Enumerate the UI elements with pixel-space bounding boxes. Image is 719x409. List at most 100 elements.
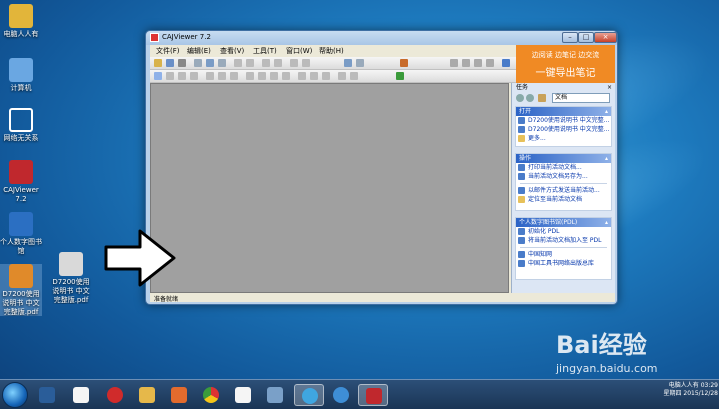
desktop-icon-user-folder[interactable]: 电脑人人有 (0, 4, 42, 39)
chevron-up-icon[interactable]: ▴ (605, 218, 608, 227)
fit-page-icon[interactable] (206, 59, 214, 67)
more-files-link[interactable]: 更多... (516, 134, 611, 143)
start-button[interactable] (2, 382, 28, 408)
add-to-pdl-link[interactable]: 将当前活动文档加入至 PDL (516, 236, 611, 245)
window-titlebar[interactable]: CAJViewer 7.2 – □ × (146, 31, 617, 45)
prev-page-icon[interactable] (462, 59, 470, 67)
chrome-icon (203, 387, 219, 403)
taskbar-app-ie[interactable] (326, 384, 356, 406)
desktop-icon-network[interactable]: 网络无关系 (0, 108, 42, 143)
save-icon (518, 173, 525, 180)
taskbar-app-desktop[interactable] (32, 384, 62, 406)
app-icon (150, 33, 159, 42)
document-area[interactable] (150, 83, 509, 293)
first-page-icon[interactable] (450, 59, 458, 67)
reference-library-link[interactable]: 中国工具书网络出版总库 (516, 259, 611, 268)
rect-icon[interactable] (270, 72, 278, 80)
menu-edit[interactable]: 编辑(E) (187, 46, 211, 56)
tray-time[interactable]: 03:29 (701, 382, 718, 389)
highlight-icon[interactable] (206, 72, 214, 80)
line-icon[interactable] (258, 72, 266, 80)
taskbar-app-cajviewer[interactable] (358, 384, 388, 406)
back-icon[interactable] (516, 94, 524, 102)
text-tool-icon[interactable] (178, 72, 186, 80)
chevron-up-icon[interactable]: ▴ (605, 107, 608, 116)
close-button[interactable]: × (594, 32, 617, 43)
task-pane-close-button[interactable]: × (607, 83, 612, 92)
measure-icon[interactable] (338, 72, 346, 80)
hand-tool-icon[interactable] (154, 72, 162, 80)
init-pdl-link[interactable]: 初始化 PDL (516, 227, 611, 236)
save-icon[interactable] (166, 59, 174, 67)
two-page-icon[interactable] (290, 59, 298, 67)
chevron-up-icon[interactable]: ▴ (605, 154, 608, 163)
minimize-button[interactable]: – (562, 32, 578, 43)
search-icon[interactable] (400, 59, 408, 67)
tray-date[interactable]: 星期四 2015/12/28 (652, 390, 719, 398)
desktop-icon-cajviewer[interactable]: CAJViewer 7.2 (0, 160, 42, 204)
menu-view[interactable]: 查看(V) (220, 46, 244, 56)
select-text-icon[interactable] (274, 59, 282, 67)
section-pdl-header[interactable]: 个人数字图书馆(PDL) ▴ (516, 218, 611, 227)
font-icon[interactable] (350, 72, 358, 80)
taskbar-app-chinese[interactable] (100, 384, 130, 406)
desktop-icon-pdf-1[interactable]: D7200使用说明书 中文完整版.pdf (0, 264, 42, 316)
maximize-button[interactable]: □ (578, 32, 594, 43)
save-as-link[interactable]: 当前活动文档另存为... (516, 172, 611, 181)
email-document-link[interactable]: 以邮件方式发送当前活动... (516, 186, 611, 195)
menu-window[interactable]: 窗口(W) (286, 46, 312, 56)
section-actions-header[interactable]: 操作 ▴ (516, 154, 611, 163)
taskbar-app-unknown[interactable] (260, 384, 290, 406)
print-document-link[interactable]: 打印当前活动文档... (516, 163, 611, 172)
taskbar-app-photo[interactable] (164, 384, 194, 406)
bookmark-icon[interactable] (356, 59, 364, 67)
recent-file-2[interactable]: D7200使用说明书 中文完整... (516, 125, 611, 134)
taskbar-app-document[interactable] (228, 384, 258, 406)
underline-icon[interactable] (218, 72, 226, 80)
note-icon[interactable] (298, 72, 306, 80)
print-icon[interactable] (178, 59, 186, 67)
stamp-icon[interactable] (310, 72, 318, 80)
eraser-icon[interactable] (322, 72, 330, 80)
back-icon[interactable] (502, 59, 510, 67)
pen-icon[interactable] (246, 72, 254, 80)
image-tool-icon[interactable] (190, 72, 198, 80)
menu-help[interactable]: 帮助(H) (319, 46, 344, 56)
forward-icon[interactable] (526, 94, 534, 102)
pointer-icon[interactable] (166, 72, 174, 80)
taskbar-app-pinyin[interactable] (294, 384, 324, 406)
cajviewer-icon (366, 388, 382, 404)
ellipse-icon[interactable] (282, 72, 290, 80)
desktop-icon-pdl[interactable]: 个人数字图书馆 (0, 212, 42, 256)
taskbar: 电脑人人有 03:29 星期四 2015/12/28 (0, 379, 719, 409)
home-icon[interactable] (538, 94, 546, 102)
menu-file[interactable]: 文件(F) (156, 46, 180, 56)
rotate-icon[interactable] (262, 59, 270, 67)
page-view-icon[interactable] (194, 59, 202, 67)
task-pane-selector[interactable]: 文档 (552, 93, 610, 103)
divider (520, 247, 607, 248)
cnki-link[interactable]: 中国知网 (516, 250, 611, 259)
next-page-icon[interactable] (474, 59, 482, 67)
layout-icon[interactable] (344, 59, 352, 67)
taskbar-app-folder[interactable] (132, 384, 162, 406)
zoom-in-icon[interactable] (234, 59, 242, 67)
fit-width-icon[interactable] (218, 59, 226, 67)
last-page-icon[interactable] (486, 59, 494, 67)
recent-file-1[interactable]: D7200使用说明书 中文完整... (516, 116, 611, 125)
desktop-icon-pdf-2[interactable]: D7200使用说明书 中文完整版.pdf (50, 252, 92, 304)
open-icon[interactable] (154, 59, 162, 67)
promo-banner[interactable]: 边阅读 边笔记 边交流 一键导出笔记 (516, 45, 615, 83)
desktop-icon (39, 387, 55, 403)
locate-document-link[interactable]: 定位至当前活动文档 (516, 195, 611, 204)
taskbar-app-explorer[interactable] (66, 384, 96, 406)
go-icon[interactable] (396, 72, 404, 80)
taskbar-app-chrome[interactable] (196, 384, 226, 406)
desktop-icon-computer[interactable]: 计算机 (0, 58, 42, 93)
section-open-header[interactable]: 打开 ▴ (516, 107, 611, 116)
menu-tools[interactable]: 工具(T) (253, 46, 277, 56)
continuous-icon[interactable] (302, 59, 310, 67)
zoom-out-icon[interactable] (246, 59, 254, 67)
strikeout-icon[interactable] (230, 72, 238, 80)
window-client: 文件(F) 编辑(E) 查看(V) 工具(T) 窗口(W) 帮助(H) 边阅读 … (150, 45, 615, 303)
